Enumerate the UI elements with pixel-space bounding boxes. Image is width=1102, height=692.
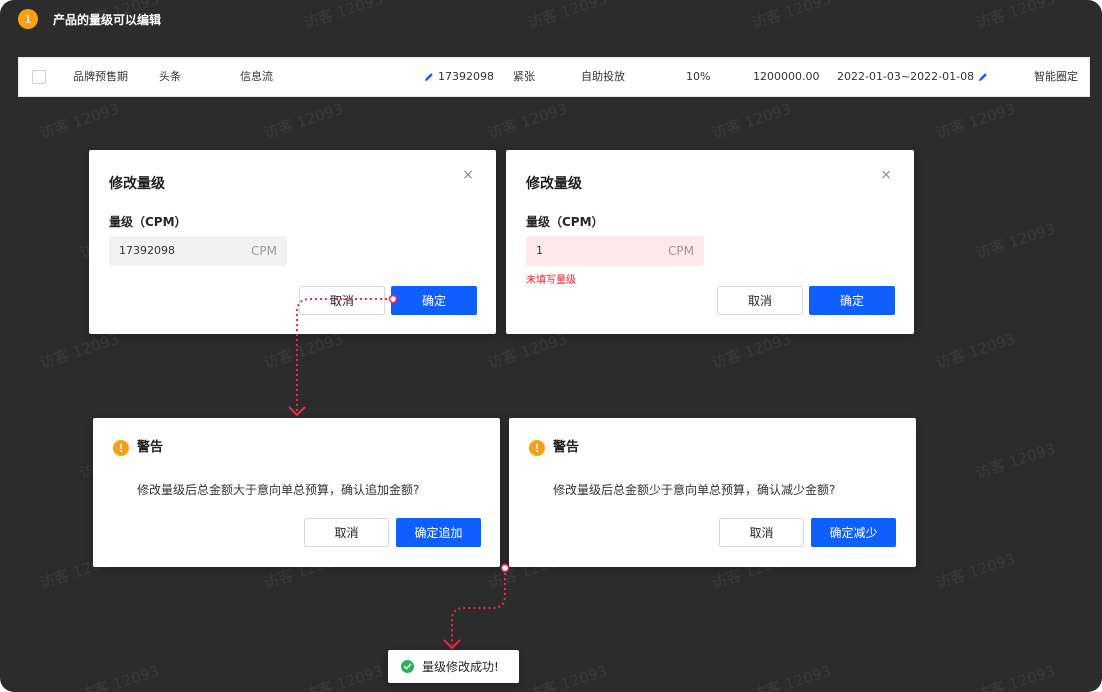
flow-canvas: 访客 12093 访客 12093 访客 12093 访客 12093 访客 12093… xyxy=(0,0,1102,692)
flow-connectors xyxy=(288,294,510,650)
flow-line-warning-to-toast xyxy=(451,568,506,645)
flow-start-dot xyxy=(500,563,510,573)
flow-start-dot xyxy=(388,294,398,304)
flow-line-confirm-to-warning xyxy=(296,298,392,413)
